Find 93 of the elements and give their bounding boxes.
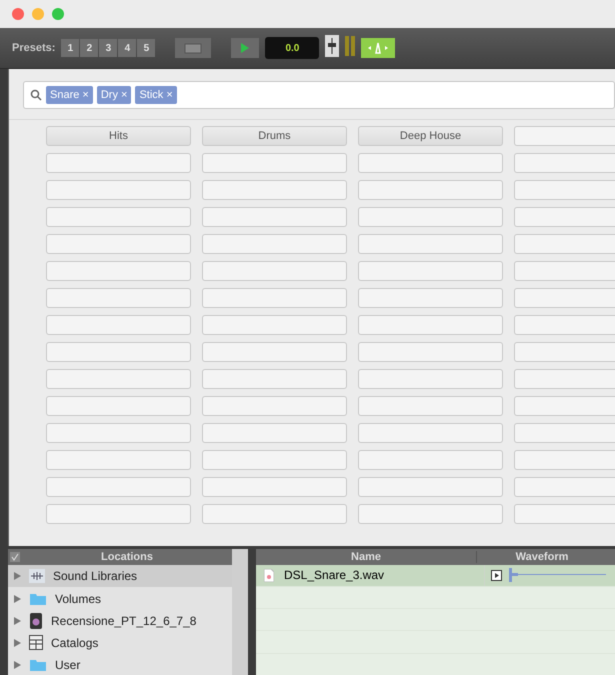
location-label: Recensione_PT_12_6_7_8 bbox=[51, 614, 196, 628]
empty-tag-slot[interactable] bbox=[202, 450, 347, 470]
location-item[interactable]: Volumes bbox=[8, 587, 232, 610]
expand-triangle-icon[interactable] bbox=[14, 616, 21, 625]
empty-tag-slot[interactable] bbox=[358, 288, 503, 308]
tag-button[interactable]: Drums bbox=[202, 126, 347, 146]
presets-label: Presets: bbox=[12, 42, 56, 54]
value-display: 0.0 bbox=[265, 37, 320, 59]
expand-triangle-icon[interactable] bbox=[14, 660, 21, 669]
zoom-button[interactable] bbox=[52, 8, 64, 20]
preset-button[interactable]: 5 bbox=[137, 39, 156, 57]
location-label: Volumes bbox=[55, 592, 102, 606]
play-icon[interactable] bbox=[491, 570, 502, 581]
metronome-button[interactable] bbox=[361, 38, 396, 58]
checkbox[interactable] bbox=[10, 552, 20, 562]
empty-tag-slot[interactable] bbox=[358, 504, 503, 524]
empty-tag-slot[interactable] bbox=[46, 315, 191, 335]
empty-tag-slot[interactable] bbox=[358, 369, 503, 389]
empty-tag-slot[interactable] bbox=[358, 180, 503, 200]
location-label: User bbox=[55, 658, 80, 672]
empty-tag-slot[interactable] bbox=[46, 288, 191, 308]
empty-tag-slot[interactable] bbox=[202, 180, 347, 200]
location-label: Catalogs bbox=[51, 636, 98, 650]
empty-tag-slot[interactable] bbox=[358, 477, 503, 497]
column-header: Locations bbox=[100, 551, 154, 564]
empty-tag-slot[interactable] bbox=[358, 423, 503, 443]
empty-tag-slot[interactable] bbox=[202, 342, 347, 362]
waveform-icon bbox=[29, 569, 45, 584]
play-button[interactable] bbox=[231, 38, 260, 58]
empty-tag-slot[interactable] bbox=[202, 396, 347, 416]
empty-tag-slot[interactable] bbox=[202, 504, 347, 524]
empty-tag-slot[interactable] bbox=[46, 207, 191, 227]
empty-tag-slot[interactable] bbox=[358, 207, 503, 227]
search-token[interactable]: Stick × bbox=[135, 86, 177, 104]
minimize-button[interactable] bbox=[32, 8, 44, 20]
expand-triangle-icon[interactable] bbox=[14, 572, 21, 580]
search-field[interactable]: Snare × Dry × Stick × bbox=[23, 81, 615, 109]
empty-tag-slot[interactable] bbox=[202, 369, 347, 389]
fader-icon[interactable] bbox=[325, 34, 340, 56]
preset-button[interactable]: 1 bbox=[61, 39, 80, 57]
close-button[interactable] bbox=[12, 8, 24, 20]
empty-tag-slot[interactable] bbox=[46, 153, 191, 173]
location-item[interactable]: Catalogs bbox=[8, 632, 232, 654]
expand-triangle-icon[interactable] bbox=[14, 594, 21, 603]
empty-tag-slot[interactable] bbox=[202, 207, 347, 227]
empty-tag-slot[interactable] bbox=[46, 342, 191, 362]
search-icon bbox=[30, 89, 42, 101]
preset-button[interactable]: 3 bbox=[99, 39, 118, 57]
expand-triangle-icon[interactable] bbox=[14, 638, 21, 647]
empty-tag-slot[interactable] bbox=[358, 153, 503, 173]
column-header: Name bbox=[256, 550, 477, 563]
column-header: Waveform bbox=[514, 550, 570, 563]
play-icon bbox=[240, 42, 250, 54]
folder-button[interactable] bbox=[175, 38, 212, 58]
empty-tag-slot[interactable] bbox=[202, 315, 347, 335]
location-item[interactable]: Sound Libraries bbox=[8, 565, 232, 588]
empty-tag-slot[interactable] bbox=[202, 423, 347, 443]
tag-button[interactable]: Deep House bbox=[358, 126, 503, 146]
file-row[interactable]: DSL_Snare_3.wav bbox=[256, 564, 615, 587]
empty-tag-slot[interactable] bbox=[202, 288, 347, 308]
location-label: Sound Libraries bbox=[53, 569, 138, 584]
empty-tag-slot[interactable] bbox=[358, 450, 503, 470]
search-token[interactable]: Snare × bbox=[46, 86, 93, 104]
audio-file-icon bbox=[264, 568, 274, 582]
empty-tag-slot[interactable] bbox=[46, 396, 191, 416]
catalog-icon bbox=[29, 635, 43, 650]
empty-tag-slot[interactable] bbox=[46, 423, 191, 443]
level-meter-icon bbox=[345, 36, 356, 56]
empty-tag-slot[interactable] bbox=[358, 315, 503, 335]
empty-tag-slot[interactable] bbox=[46, 234, 191, 254]
empty-tag-slot[interactable] bbox=[202, 477, 347, 497]
empty-tag-slot[interactable] bbox=[358, 342, 503, 362]
empty-tag-slot[interactable] bbox=[358, 261, 503, 281]
empty-tag-slot[interactable] bbox=[202, 234, 347, 254]
empty-tag-slot[interactable] bbox=[202, 153, 347, 173]
empty-tag-slot[interactable] bbox=[46, 477, 191, 497]
empty-tag-slot[interactable] bbox=[46, 369, 191, 389]
empty-tag-slot[interactable] bbox=[358, 396, 503, 416]
location-item[interactable]: Recensione_PT_12_6_7_8 bbox=[8, 610, 232, 632]
empty-tag-slot[interactable] bbox=[46, 504, 191, 524]
search-token[interactable]: Dry × bbox=[96, 86, 132, 104]
empty-tag-slot[interactable] bbox=[358, 234, 503, 254]
preset-button[interactable]: 4 bbox=[118, 39, 136, 57]
drive-icon bbox=[29, 612, 43, 629]
preset-button[interactable]: 2 bbox=[80, 39, 98, 57]
location-item[interactable]: User bbox=[8, 654, 232, 675]
empty-tag-slot[interactable] bbox=[46, 261, 191, 281]
empty-tag-slot[interactable] bbox=[202, 261, 347, 281]
empty-tag-slot[interactable] bbox=[46, 450, 191, 470]
tag-button[interactable]: Hits bbox=[46, 126, 191, 146]
file-name: DSL_Snare_3.wav bbox=[284, 568, 384, 582]
empty-tag-slot[interactable] bbox=[46, 180, 191, 200]
metronome-icon bbox=[367, 41, 390, 55]
